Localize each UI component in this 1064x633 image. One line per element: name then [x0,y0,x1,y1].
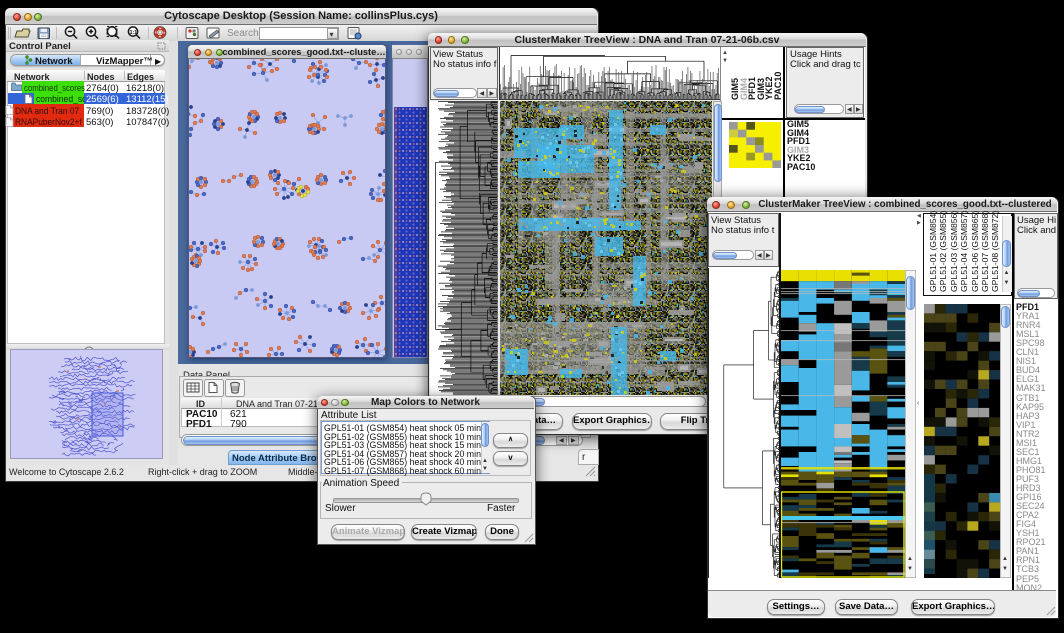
svg-text:1:1: 1:1 [130,30,138,36]
